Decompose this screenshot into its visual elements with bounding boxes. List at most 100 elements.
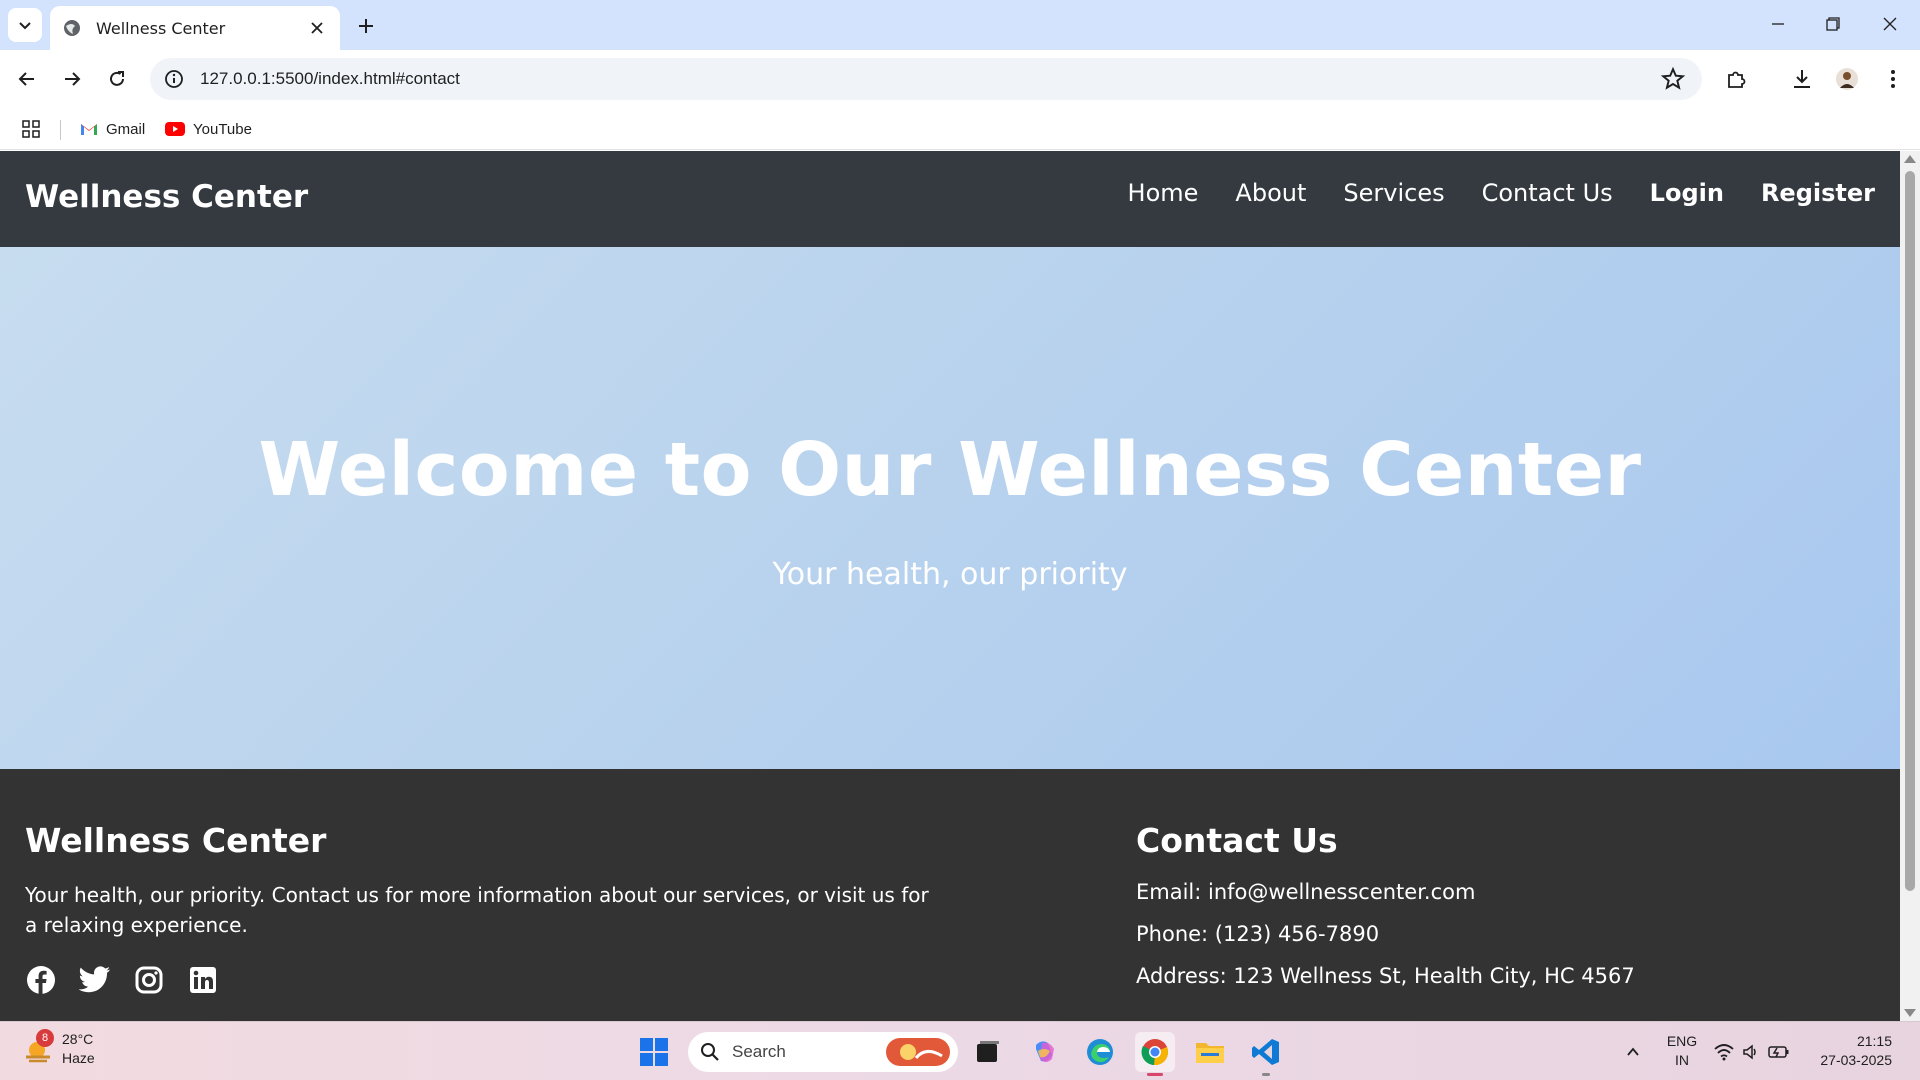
download-icon bbox=[1794, 70, 1810, 88]
hero-title: Welcome to Our Wellness Center bbox=[258, 427, 1642, 513]
search-placeholder: Search bbox=[732, 1042, 786, 1061]
copilot-icon bbox=[1036, 1041, 1054, 1062]
show-hidden-icons[interactable] bbox=[1613, 1032, 1653, 1072]
start-button[interactable] bbox=[634, 1032, 674, 1072]
vscode-icon bbox=[1252, 1039, 1279, 1065]
scroll-down-icon[interactable] bbox=[1904, 1009, 1916, 1017]
windows-taskbar: 8 28°C Haze Search ENG IN 21:15 27-03-20… bbox=[0, 1021, 1920, 1080]
footer-about-text: Your health, our priority. Contact us fo… bbox=[25, 883, 929, 937]
task-view-icon bbox=[977, 1041, 999, 1062]
linkedin-icon[interactable] bbox=[187, 964, 219, 996]
folder-icon bbox=[1196, 1043, 1224, 1063]
edge-icon bbox=[1087, 1039, 1113, 1065]
forward-button[interactable] bbox=[55, 62, 89, 96]
nav-contact[interactable]: Contact Us bbox=[1482, 179, 1613, 207]
reload-button[interactable] bbox=[100, 62, 134, 96]
extensions-button[interactable] bbox=[1719, 62, 1753, 96]
tab-search-button[interactable] bbox=[8, 8, 42, 42]
minimize-button[interactable] bbox=[1758, 8, 1798, 40]
language-indicator[interactable]: ENG IN bbox=[1662, 1032, 1702, 1070]
taskbar-task-view[interactable] bbox=[968, 1032, 1008, 1072]
contact-address: Address: 123 Wellness St, Health City, H… bbox=[1136, 964, 1635, 988]
weather-text: 28°C Haze bbox=[62, 1030, 95, 1068]
nav-register[interactable]: Register bbox=[1761, 179, 1875, 207]
close-window-button[interactable] bbox=[1870, 8, 1910, 40]
site-footer: Wellness Center Your health, our priorit… bbox=[0, 769, 1900, 1021]
quick-settings[interactable] bbox=[1712, 1032, 1792, 1072]
restore-icon bbox=[1826, 17, 1840, 31]
puzzle-icon bbox=[1728, 71, 1746, 88]
nav-home[interactable]: Home bbox=[1128, 179, 1199, 207]
volume-icon bbox=[1743, 1044, 1756, 1060]
restore-button[interactable] bbox=[1813, 8, 1853, 40]
social-links bbox=[25, 964, 965, 996]
page-scrollbar[interactable] bbox=[1900, 151, 1920, 1021]
browser-tab-strip: Wellness Center bbox=[0, 0, 1920, 50]
search-icon bbox=[701, 1043, 719, 1061]
taskbar-search[interactable]: Search bbox=[688, 1032, 958, 1072]
chevron-down-icon bbox=[19, 22, 31, 30]
instagram-icon[interactable] bbox=[133, 964, 165, 996]
chrome-icon bbox=[1141, 1039, 1169, 1066]
downloads-button[interactable] bbox=[1785, 62, 1819, 96]
bookmark-gmail[interactable]: Gmail bbox=[80, 114, 145, 144]
wifi-icon bbox=[1714, 1044, 1734, 1061]
page-viewport: Wellness Center Home About Services Cont… bbox=[0, 151, 1900, 1021]
taskbar-file-explorer[interactable] bbox=[1190, 1032, 1230, 1072]
browser-tab[interactable]: Wellness Center bbox=[50, 6, 340, 50]
site-info-icon[interactable] bbox=[162, 67, 186, 91]
taskbar-vscode[interactable] bbox=[1246, 1032, 1286, 1076]
clock[interactable]: 21:15 27-03-2025 bbox=[1812, 1032, 1892, 1070]
scrollbar-thumb[interactable] bbox=[1905, 171, 1915, 891]
youtube-icon bbox=[165, 122, 185, 136]
profile-button[interactable] bbox=[1830, 62, 1864, 96]
facebook-icon[interactable] bbox=[25, 964, 57, 996]
more-vert-icon bbox=[1891, 70, 1895, 88]
minimize-icon bbox=[1772, 23, 1784, 25]
back-button[interactable] bbox=[10, 62, 44, 96]
nav-services[interactable]: Services bbox=[1343, 179, 1444, 207]
language-region: IN bbox=[1675, 1052, 1689, 1068]
apps-button[interactable] bbox=[22, 114, 48, 144]
footer-about-title: Wellness Center bbox=[25, 821, 327, 860]
reload-icon bbox=[110, 71, 124, 86]
address-bar[interactable]: 127.0.0.1:5500/index.html#contact bbox=[150, 58, 1702, 100]
bookmarks-divider bbox=[60, 120, 61, 140]
site-navbar: Wellness Center Home About Services Cont… bbox=[0, 151, 1900, 247]
active-app-indicator bbox=[1147, 1073, 1163, 1076]
clock-date: 27-03-2025 bbox=[1820, 1052, 1892, 1068]
url-text[interactable]: 127.0.0.1:5500/index.html#contact bbox=[200, 69, 1660, 89]
nav-login[interactable]: Login bbox=[1650, 179, 1724, 207]
twitter-icon[interactable] bbox=[79, 964, 111, 996]
close-icon bbox=[1883, 17, 1897, 31]
weather-badge: 8 bbox=[36, 1029, 54, 1047]
footer-about: Wellness Center Your health, our priorit… bbox=[25, 821, 965, 996]
bookmark-star-icon[interactable] bbox=[1660, 66, 1686, 92]
tab-title: Wellness Center bbox=[96, 18, 226, 38]
search-highlight-icon bbox=[886, 1038, 950, 1066]
weather-temperature: 28°C bbox=[62, 1031, 94, 1047]
clock-time: 21:15 bbox=[1856, 1033, 1892, 1049]
browser-toolbar: 127.0.0.1:5500/index.html#contact bbox=[0, 50, 1920, 108]
bookmark-youtube[interactable]: YouTube bbox=[165, 114, 252, 144]
bookmark-label: Gmail bbox=[106, 120, 146, 138]
nav-about[interactable]: About bbox=[1235, 179, 1306, 207]
bookmark-label: YouTube bbox=[193, 120, 252, 138]
scroll-up-icon[interactable] bbox=[1904, 155, 1916, 163]
taskbar-copilot[interactable] bbox=[1025, 1032, 1065, 1072]
apps-grid-icon bbox=[22, 120, 40, 138]
arrow-right-icon bbox=[65, 72, 81, 86]
battery-icon bbox=[1768, 1046, 1789, 1058]
nav-links: Home About Services Contact Us Login Reg… bbox=[1128, 179, 1875, 207]
site-brand[interactable]: Wellness Center bbox=[25, 179, 308, 215]
footer-contact: Contact Us Email: info@wellnesscenter.co… bbox=[1136, 821, 1836, 988]
menu-button[interactable] bbox=[1876, 62, 1910, 96]
globe-icon bbox=[64, 20, 80, 36]
weather-widget[interactable]: 8 28°C Haze bbox=[22, 1029, 95, 1068]
taskbar-edge[interactable] bbox=[1080, 1032, 1120, 1072]
new-tab-button[interactable] bbox=[352, 12, 380, 40]
weather-icon: 8 bbox=[22, 1029, 54, 1065]
windows-logo-icon bbox=[640, 1038, 668, 1066]
taskbar-chrome[interactable] bbox=[1135, 1032, 1175, 1076]
close-tab-icon[interactable] bbox=[306, 17, 328, 39]
